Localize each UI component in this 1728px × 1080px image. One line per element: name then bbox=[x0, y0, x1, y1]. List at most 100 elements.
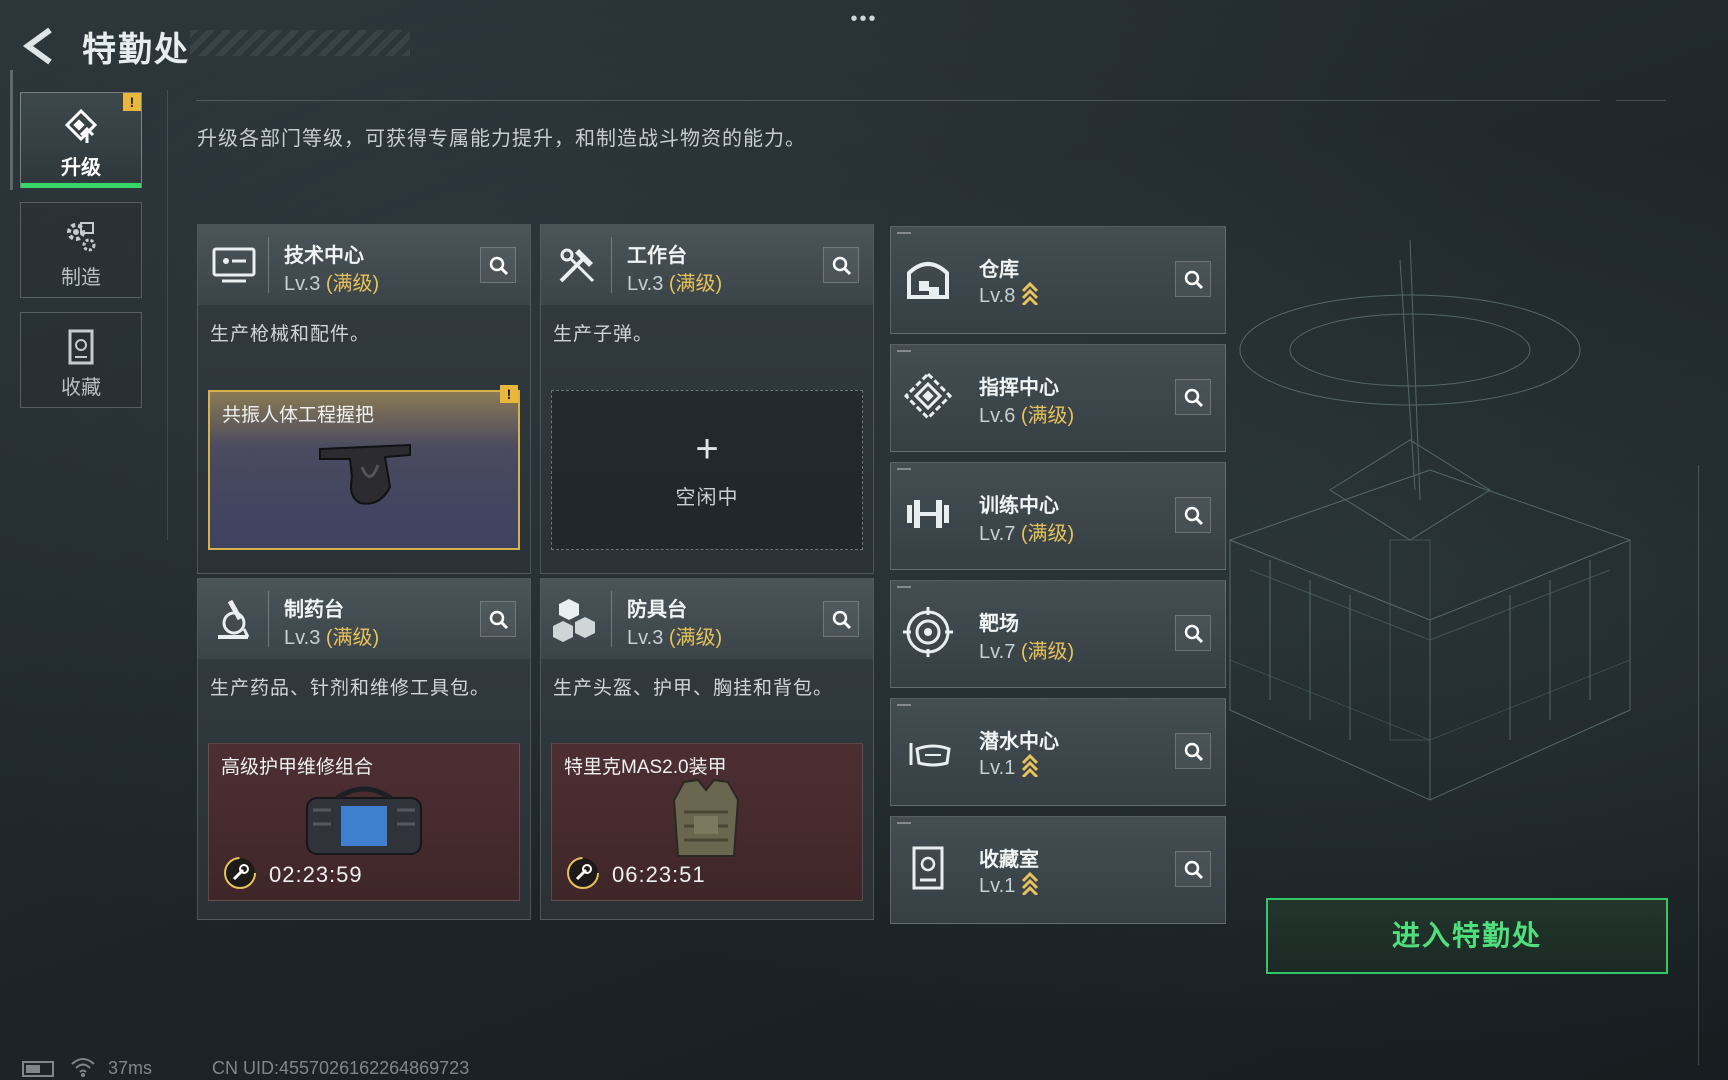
card-tech-center[interactable]: 技术中心 Lv.3 (满级) 生产枪械和配件。 共振人体工程握把 ! bbox=[197, 224, 531, 574]
card-description: 生产枪械和配件。 bbox=[210, 324, 371, 345]
user-uid: CN UID:4557026162264869723 bbox=[212, 1058, 470, 1078]
search-icon bbox=[832, 256, 852, 276]
header-divider-end bbox=[1616, 100, 1666, 101]
header-divider bbox=[611, 237, 612, 293]
slot-item-name: 共振人体工程握把 bbox=[222, 405, 375, 426]
card-workbench[interactable]: 工作台 Lv.3 (满级) 生产子弹。 + 空闲中 bbox=[540, 224, 874, 574]
level-value: Lv.3 bbox=[627, 273, 664, 295]
department-row-diving-center[interactable]: 潜水中心 Lv.1 bbox=[890, 698, 1226, 806]
search-button[interactable] bbox=[480, 601, 516, 637]
search-icon bbox=[1184, 860, 1204, 880]
craft-slot-in-progress[interactable]: 高级护甲维修组合 02:23:59 bbox=[208, 743, 520, 901]
card-name: 防具台 bbox=[627, 599, 687, 621]
sidebar-divider bbox=[167, 90, 168, 540]
search-button[interactable] bbox=[823, 601, 859, 637]
more-options-icon[interactable]: ••• bbox=[846, 8, 882, 30]
row-name: 仓库 bbox=[979, 259, 1019, 281]
search-button[interactable] bbox=[1175, 851, 1211, 887]
level-value: Lv.8 bbox=[979, 285, 1016, 307]
department-row-training-center[interactable]: 训练中心 Lv.7 (满级) bbox=[890, 462, 1226, 570]
search-button[interactable] bbox=[823, 247, 859, 283]
body-armor-image bbox=[672, 778, 740, 857]
page-description: 升级各部门等级，可获得专属能力提升，和制造战斗物资的能力。 bbox=[197, 128, 806, 150]
row-mark bbox=[897, 822, 911, 824]
search-button[interactable] bbox=[1175, 733, 1211, 769]
card-description: 生产药品、针剂和维修工具包。 bbox=[210, 678, 491, 699]
nav-tab-craft[interactable]: 制造 bbox=[20, 202, 142, 298]
level-value: Lv.3 bbox=[627, 627, 664, 649]
max-level-tag: (满级) bbox=[325, 627, 380, 649]
search-icon bbox=[1184, 742, 1204, 762]
max-level-tag: (满级) bbox=[668, 273, 723, 295]
card-header: 工作台 Lv.3 (满级) bbox=[541, 225, 873, 305]
add-icon: + bbox=[695, 427, 719, 471]
slot-item-name: 特里克MAS2.0装甲 bbox=[564, 757, 727, 778]
upgrade-arrow-icon bbox=[1022, 871, 1039, 895]
row-name: 训练中心 bbox=[979, 495, 1059, 517]
collection-icon bbox=[68, 329, 94, 365]
card-description: 生产子弹。 bbox=[553, 324, 654, 345]
battery-icon bbox=[22, 1061, 54, 1077]
idle-status: 空闲中 bbox=[675, 487, 739, 509]
craft-slot-empty[interactable]: + 空闲中 bbox=[551, 390, 863, 550]
row-name: 靶场 bbox=[979, 613, 1019, 635]
row-name: 潜水中心 bbox=[979, 731, 1059, 753]
search-icon bbox=[489, 256, 509, 276]
level-value: Lv.3 bbox=[284, 627, 321, 649]
row-level: Lv.6 (满级) bbox=[979, 399, 1074, 428]
search-button[interactable] bbox=[480, 247, 516, 283]
level-value: Lv.7 bbox=[979, 523, 1016, 545]
search-icon bbox=[1184, 388, 1204, 408]
department-row-warehouse[interactable]: 仓库 Lv.8 bbox=[890, 226, 1226, 334]
search-button[interactable] bbox=[1175, 261, 1211, 297]
diving-mask-icon bbox=[909, 743, 951, 767]
gears-icon bbox=[67, 222, 96, 252]
craft-slot-in-progress[interactable]: 特里克MAS2.0装甲 06:23:51 bbox=[551, 743, 863, 901]
nav-label-upgrade: 升级 bbox=[61, 157, 101, 179]
card-header: 防具台 Lv.3 (满级) bbox=[541, 579, 873, 659]
card-level: Lv.3 (满级) bbox=[284, 267, 379, 296]
department-row-collection-room[interactable]: 收藏室 Lv.1 bbox=[890, 816, 1226, 924]
card-description: 生产头盔、护甲、胸挂和背包。 bbox=[553, 678, 834, 699]
upgrade-arrow-icon bbox=[1022, 281, 1039, 305]
department-row-command-center[interactable]: 指挥中心 Lv.6 (满级) bbox=[890, 344, 1226, 452]
warehouse-icon bbox=[907, 262, 949, 299]
header-divider bbox=[196, 100, 1600, 101]
search-button[interactable] bbox=[1175, 615, 1211, 651]
craft-timer: 02:23:59 bbox=[269, 862, 363, 887]
craft-slot-ready[interactable]: 共振人体工程握把 bbox=[208, 390, 520, 550]
nav-tab-upgrade[interactable]: 升级 ! bbox=[20, 92, 142, 188]
ping-display: 37ms bbox=[108, 1058, 153, 1078]
wifi-icon bbox=[71, 1058, 95, 1077]
max-level-tag: (满级) bbox=[1020, 641, 1075, 663]
enter-base-button[interactable]: 进入特勤处 bbox=[1266, 898, 1668, 974]
level-value: Lv.1 bbox=[979, 757, 1016, 779]
row-level: Lv.1 bbox=[979, 753, 1039, 780]
card-header: 技术中心 Lv.3 (满级) bbox=[198, 225, 530, 305]
repair-kit-image bbox=[306, 786, 422, 855]
card-level: Lv.3 (满级) bbox=[284, 621, 379, 650]
nav-tab-collection[interactable]: 收藏 bbox=[20, 312, 142, 408]
back-arrow-icon[interactable] bbox=[18, 24, 62, 68]
search-icon bbox=[489, 610, 509, 630]
command-icon bbox=[903, 371, 953, 421]
card-armor-bench[interactable]: 防具台 Lv.3 (满级) 生产头盔、护甲、胸挂和背包。 特里克MAS2.0装甲… bbox=[540, 578, 874, 920]
card-pharmacy[interactable]: 制药台 Lv.3 (满级) 生产药品、针剂和维修工具包。 高级护甲维修组合 02… bbox=[197, 578, 531, 920]
search-icon bbox=[1184, 506, 1204, 526]
grip-item-image bbox=[319, 443, 411, 505]
max-level-tag: (满级) bbox=[668, 627, 723, 649]
department-row-shooting-range[interactable]: 靶场 Lv.7 (满级) bbox=[890, 580, 1226, 688]
header-divider bbox=[268, 591, 269, 647]
building-illustration bbox=[1228, 240, 1632, 801]
search-button[interactable] bbox=[1175, 379, 1211, 415]
row-level: Lv.7 (满级) bbox=[979, 635, 1074, 664]
card-level: Lv.3 (满级) bbox=[627, 267, 722, 296]
search-button[interactable] bbox=[1175, 497, 1211, 533]
nav-label-collection: 收藏 bbox=[61, 377, 101, 399]
row-name: 指挥中心 bbox=[979, 377, 1059, 399]
page-title: 特勤处 bbox=[82, 31, 190, 69]
dumbbell-icon bbox=[907, 500, 949, 528]
wrench-timer-icon bbox=[224, 857, 256, 889]
row-level: Lv.7 (满级) bbox=[979, 517, 1074, 546]
search-icon bbox=[1184, 270, 1204, 290]
